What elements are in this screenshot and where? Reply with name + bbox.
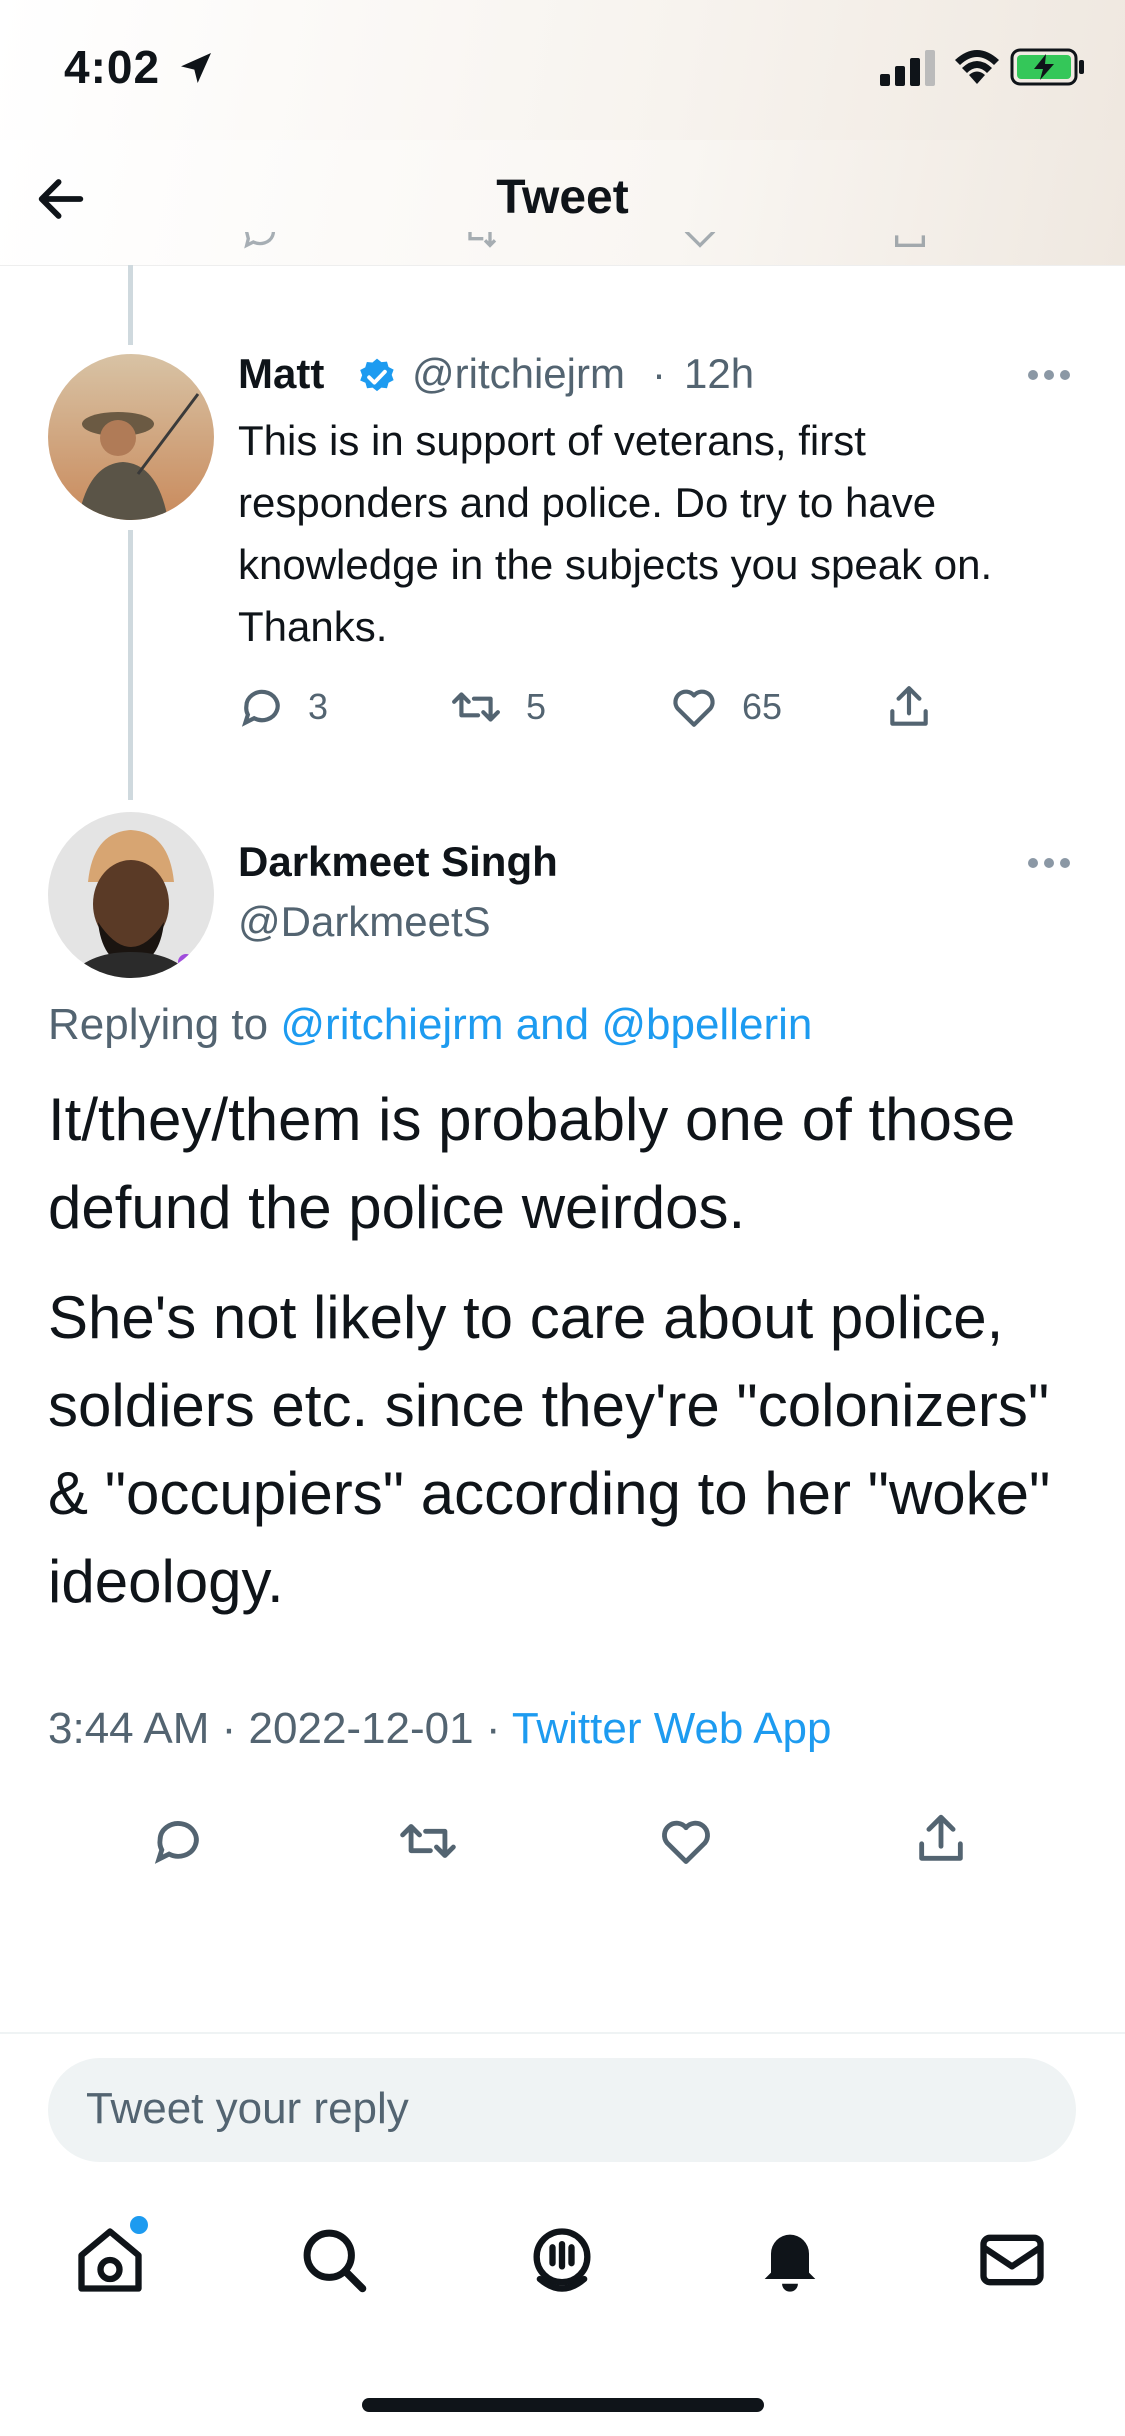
home-notification-dot — [130, 2216, 148, 2234]
status-time: 4:02 — [64, 41, 161, 93]
notifications-icon[interactable] — [752, 2222, 828, 2298]
search-icon[interactable] — [296, 2222, 372, 2298]
retweet-button[interactable]: 5 — [448, 682, 546, 732]
replying-to: Replying to @ritchiejrm and @bpellerin — [48, 1000, 812, 1050]
main-tweet-paragraph-1: It/they/them is probably one of those de… — [48, 1086, 1016, 1241]
retweet-icon — [468, 232, 497, 248]
share-icon — [895, 235, 925, 247]
cellular-signal-icon — [880, 50, 935, 86]
tweet-timestamp: 3:44 AM · 2022-12-01 · — [48, 1704, 512, 1753]
like-icon — [673, 689, 715, 727]
avatar-darkmeet-image — [48, 812, 214, 978]
avatar-darkmeet[interactable] — [48, 812, 214, 978]
parent-tweet-separator: · — [652, 350, 666, 397]
thread-line-middle — [128, 530, 133, 800]
avatar-matt[interactable] — [48, 354, 214, 520]
main-tweet-handle[interactable]: @DarkmeetS — [238, 898, 491, 946]
reply-button[interactable]: 3 — [236, 682, 328, 732]
main-tweet-name[interactable]: Darkmeet Singh — [238, 838, 558, 886]
like-icon[interactable] — [656, 1812, 716, 1870]
tweet-metadata: 3:44 AM · 2022-12-01 · Twitter Web App — [48, 1704, 831, 1754]
like-button[interactable]: 65 — [668, 682, 782, 732]
reply-count: 3 — [308, 686, 329, 727]
home-indicator — [362, 2398, 764, 2412]
verified-badge-icon — [360, 358, 394, 392]
reply-placeholder: Tweet your reply — [86, 2084, 409, 2133]
composer-divider — [0, 2032, 1125, 2034]
replying-to-users[interactable]: @ritchiejrm and @bpellerin — [280, 1000, 812, 1049]
reply-icon[interactable] — [148, 1812, 206, 1870]
more-options-icon[interactable] — [1026, 856, 1072, 870]
replying-to-label: Replying to — [48, 1000, 269, 1049]
tweet-source[interactable]: Twitter Web App — [512, 1704, 832, 1753]
like-icon — [684, 232, 716, 248]
thread-line-top — [128, 265, 133, 345]
parent-tweet-handle[interactable]: @ritchiejrm — [412, 350, 625, 398]
parent-tweet-name[interactable]: Matt — [238, 350, 324, 398]
main-tweet-paragraph-2: She's not likely to care about police, s… — [48, 1284, 1051, 1615]
reply-icon — [244, 232, 275, 249]
retweet-icon — [452, 692, 500, 722]
retweet-count: 5 — [526, 686, 547, 727]
share-icon[interactable] — [912, 1810, 970, 1868]
location-arrow-icon — [181, 53, 211, 83]
parent-tweet-text: This is in support of veterans, first re… — [238, 417, 993, 650]
avatar-matt-image — [48, 354, 214, 520]
reply-icon — [241, 689, 280, 727]
more-options-icon[interactable] — [1026, 368, 1072, 382]
parent-tweet-time[interactable]: 12h — [684, 350, 754, 398]
previous-tweet-actions — [240, 232, 940, 272]
page-title: Tweet — [496, 171, 629, 224]
wifi-icon — [955, 50, 999, 84]
retweet-icon[interactable] — [396, 1812, 460, 1870]
messages-icon[interactable] — [974, 2222, 1050, 2298]
like-count: 65 — [742, 686, 783, 727]
spaces-icon[interactable] — [524, 2222, 600, 2298]
battery-charging-icon — [1010, 48, 1084, 86]
share-icon[interactable] — [884, 682, 934, 732]
